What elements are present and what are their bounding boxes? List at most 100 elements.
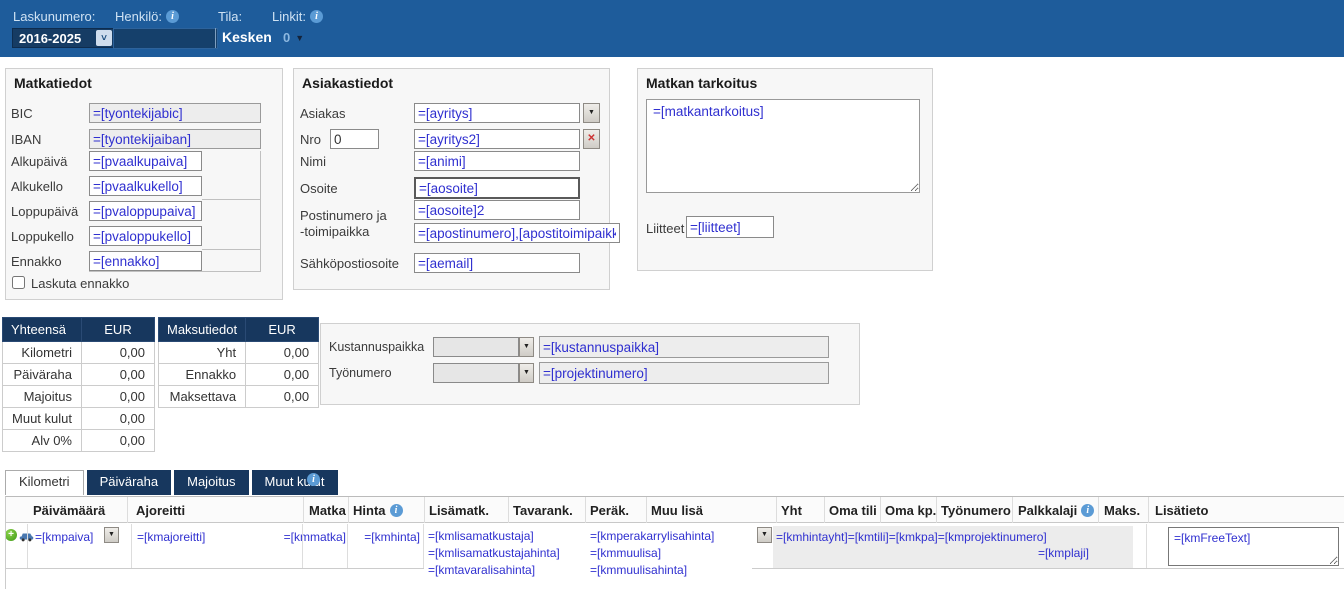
osoite2-field[interactable]: [414, 200, 580, 220]
kmhinta-value[interactable]: =[kmhinta]: [350, 530, 420, 544]
info-icon[interactable]: i: [307, 473, 320, 486]
info-icon[interactable]: i: [1081, 504, 1094, 517]
iban-label: IBAN: [11, 132, 41, 147]
loppukello-label: Loppukello: [11, 229, 74, 244]
liitteet-field[interactable]: [686, 216, 774, 238]
table-title: Maksutiedot: [159, 318, 246, 342]
tyonumero-field[interactable]: [539, 362, 829, 384]
kmmatka-value[interactable]: =[kmmatka]: [268, 530, 346, 544]
bic-field[interactable]: [89, 103, 261, 123]
tab-majoitus[interactable]: Majoitus: [174, 470, 248, 495]
col-header-muu-lisa: Muu lisä: [651, 503, 703, 518]
laskunumero-select[interactable]: 2016-2025 ˅: [12, 28, 114, 48]
column-separator: [646, 497, 647, 523]
panel-title: Matkan tarkoitus: [646, 75, 757, 91]
postinumero-label-line2: -toimipaikka: [300, 224, 369, 239]
kustannuspaikka-select[interactable]: [433, 337, 519, 357]
linkit-label: Linkit:: [272, 9, 306, 24]
delete-icon[interactable]: ✕: [583, 129, 600, 149]
kmpaiva-dropdown-button[interactable]: ▼: [104, 527, 119, 543]
column-separator: [585, 497, 586, 523]
laskuta-ennakko-checkbox[interactable]: [12, 276, 25, 289]
sahkoposti-label: Sähköpostiosoite: [300, 256, 399, 271]
col-header-maks: Maks.: [1104, 503, 1140, 518]
column-separator: [303, 497, 304, 523]
maksutiedot-table: Maksutiedot EUR Yht0,00 Ennakko0,00 Maks…: [158, 317, 319, 408]
ennakko-field[interactable]: [89, 251, 202, 271]
column-separator: [127, 497, 128, 523]
column-separator: [424, 497, 425, 523]
col-header-palkkalaji: Palkkalaji i: [1018, 503, 1094, 518]
postinumero-field[interactable]: [414, 223, 620, 243]
iban-field[interactable]: [89, 129, 261, 149]
kmmuulisa-value[interactable]: =[kmmuulisa]: [590, 545, 714, 562]
column-separator: [880, 497, 881, 523]
laskuta-ennakko-label: Laskuta ennakko: [31, 276, 129, 291]
nimi-field[interactable]: [414, 151, 580, 171]
nro-field[interactable]: [330, 129, 379, 149]
row-value: 0,00: [246, 386, 319, 408]
col-header-matka: Matka: [309, 503, 346, 518]
laskunumero-value: 2016-2025: [19, 31, 81, 46]
matkan-tarkoitus-textarea[interactable]: =[matkantarkoitus]: [646, 99, 920, 193]
henkilo-input[interactable]: [113, 28, 218, 49]
tab-paivaraha[interactable]: Päiväraha: [87, 470, 172, 495]
muu-lisa-dropdown-button[interactable]: ▼: [757, 527, 772, 543]
row-label: Ennakko: [159, 364, 246, 386]
kustannuspaikka-field[interactable]: [539, 336, 829, 358]
column-separator: [131, 524, 132, 568]
kmtavaralisahinta-value[interactable]: =[kmtavaralisahinta]: [428, 562, 560, 579]
panel-title: Asiakastiedot: [302, 75, 393, 91]
kmajoreitti-value[interactable]: =[kmajoreitti]: [137, 530, 205, 544]
kmmuulisahinta-value[interactable]: =[kmmuulisahinta]: [590, 562, 714, 579]
sahkoposti-field[interactable]: [414, 253, 580, 273]
linkit-label-group: Linkit: i: [272, 9, 323, 24]
column-separator: [348, 497, 349, 523]
col-header-oma-tili: Oma tili: [829, 503, 877, 518]
kustannus-panel: Kustannuspaikka ▼ Työnumero ▼: [320, 323, 860, 405]
tyonumero-dropdown-button[interactable]: ▼: [519, 363, 534, 383]
row-value: 0,00: [82, 408, 155, 430]
kustannuspaikka-dropdown-button[interactable]: ▼: [519, 337, 534, 357]
column-separator: [776, 497, 777, 523]
kmlisamatkustajahinta-value[interactable]: =[kmlisamatkustajahinta]: [428, 545, 560, 562]
ayritys2-field[interactable]: [414, 129, 580, 149]
add-row-icon[interactable]: +: [5, 529, 17, 541]
loppukello-field[interactable]: [89, 226, 202, 246]
kmpaiva-value[interactable]: =[kmpaiva]: [35, 530, 93, 544]
linkit-dropdown[interactable]: 0 ▼: [283, 30, 304, 45]
col-header-ajoreitti: Ajoreitti: [136, 503, 185, 518]
asiakas-field[interactable]: [414, 103, 580, 123]
kustannuspaikka-label: Kustannuspaikka: [329, 340, 424, 354]
separator: [215, 28, 216, 48]
kmlisamatkustaja-value[interactable]: =[kmlisamatkustaja]: [428, 528, 560, 545]
kmperakarrylisahinta-value[interactable]: =[kmperakarrylisahinta]: [590, 528, 714, 545]
alkukello-field[interactable]: [89, 176, 202, 196]
top-header-bar: Laskunumero: 2016-2025 ˅ Henkilö: i Tila…: [0, 0, 1344, 57]
info-icon[interactable]: i: [166, 10, 179, 23]
tyonumero-label: Työnumero: [329, 366, 392, 380]
row-value: 0,00: [246, 342, 319, 364]
col-header-palkkalaji-label: Palkkalaji: [1018, 503, 1077, 518]
panel-title: Matkatiedot: [14, 75, 92, 91]
loppupaiva-field[interactable]: [89, 201, 202, 221]
row-label: Maksettava: [159, 386, 246, 408]
table-row: Majoitus0,00: [3, 386, 155, 408]
osoite-label: Osoite: [300, 181, 338, 196]
table-row: Ennakko0,00: [159, 364, 319, 386]
tab-muut-kulut[interactable]: Muut kulut: [252, 470, 338, 495]
info-icon[interactable]: i: [310, 10, 323, 23]
row-value: 0,00: [82, 364, 155, 386]
column-separator: [1148, 497, 1149, 523]
tyonumero-select[interactable]: [433, 363, 519, 383]
laskunumero-label: Laskunumero:: [13, 9, 95, 24]
divider: [89, 271, 261, 272]
asiakas-dropdown-button[interactable]: ▼: [583, 103, 600, 123]
info-icon[interactable]: i: [390, 504, 403, 517]
chevron-down-icon: ˅: [96, 30, 112, 46]
osoite-field[interactable]: [414, 177, 580, 199]
row-value: 0,00: [82, 430, 155, 452]
lisatieto-textarea[interactable]: =[kmFreeText]: [1168, 527, 1339, 566]
alkupaiva-field[interactable]: [89, 151, 202, 171]
tab-kilometri[interactable]: Kilometri: [5, 470, 84, 495]
